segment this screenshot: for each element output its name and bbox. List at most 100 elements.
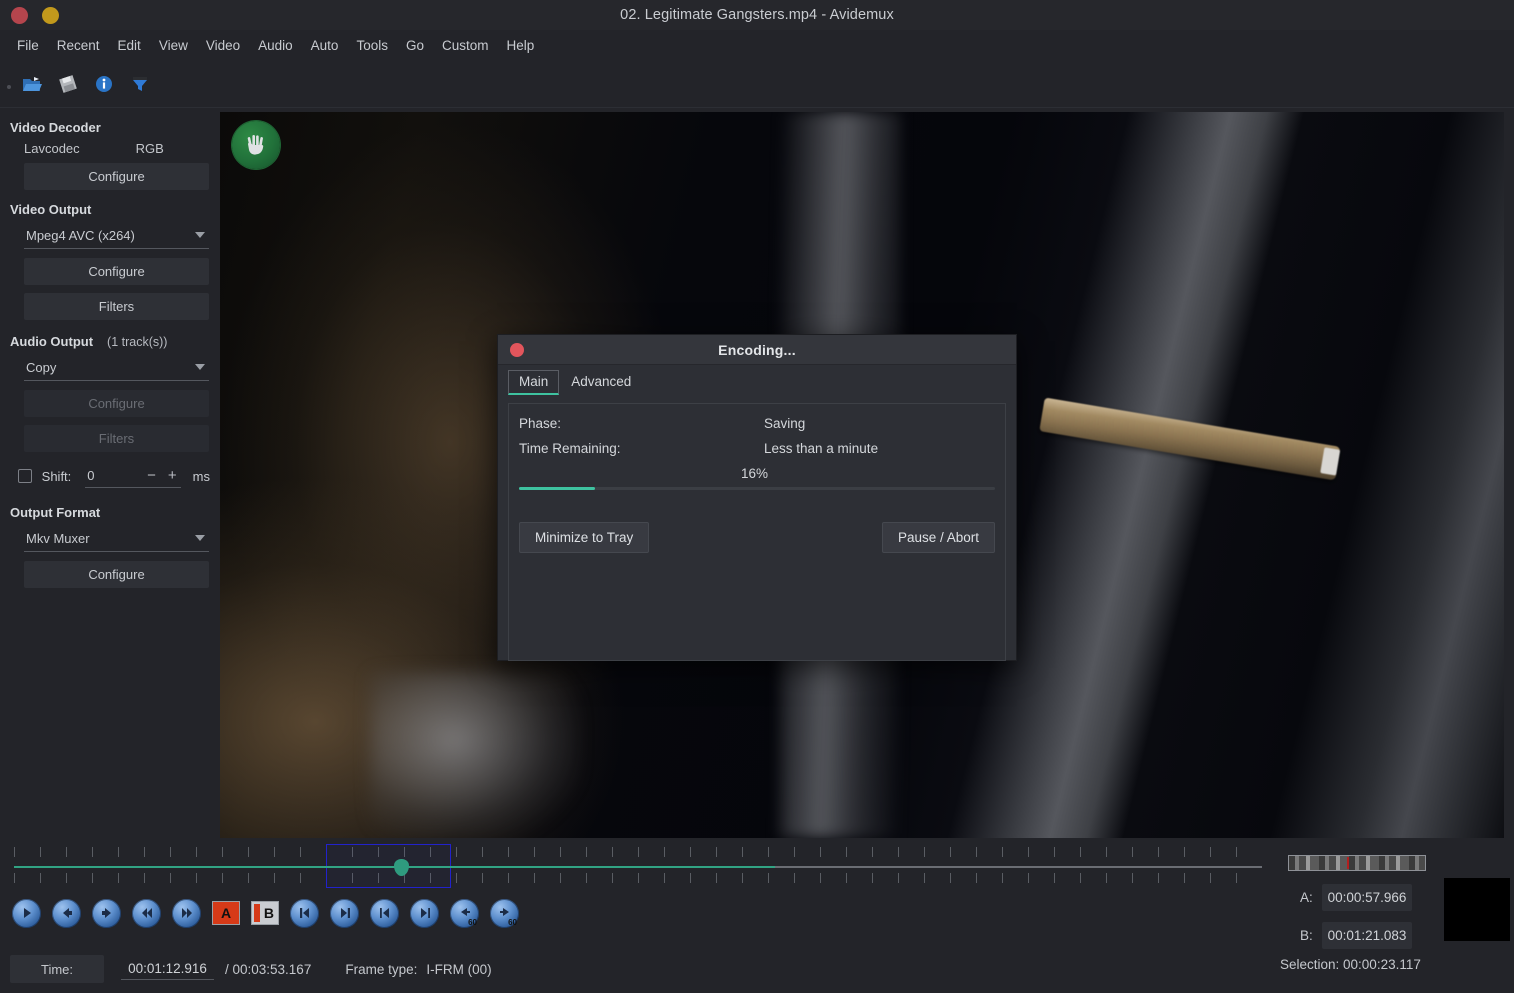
audio-track-count: (1 track(s)) bbox=[107, 335, 168, 349]
minimize-window-button[interactable] bbox=[42, 6, 59, 24]
audio-output-codec-select[interactable]: Copy bbox=[24, 355, 209, 381]
audio-output-filters-button[interactable]: Filters bbox=[24, 425, 209, 452]
marker-b-bar-icon bbox=[254, 904, 260, 922]
audio-shift-value: 0 bbox=[87, 468, 95, 483]
playback-controls: A B 60 60 bbox=[0, 893, 1270, 933]
phase-row: Phase: Saving bbox=[519, 416, 995, 431]
double-arrow-left-icon bbox=[141, 908, 152, 918]
menu-file[interactable]: File bbox=[8, 35, 48, 56]
play-button[interactable] bbox=[12, 898, 41, 928]
menu-help[interactable]: Help bbox=[498, 35, 544, 56]
next-blackframe-button[interactable] bbox=[410, 898, 439, 928]
marker-a-button[interactable]: A bbox=[212, 901, 240, 925]
play-icon bbox=[23, 908, 31, 918]
next-keyframe-button[interactable] bbox=[330, 898, 359, 928]
video-decoder-configure-button[interactable]: Configure bbox=[24, 163, 209, 190]
frame-type-value: I-FRM (00) bbox=[426, 961, 492, 977]
total-time-value: / 00:03:53.167 bbox=[225, 961, 312, 977]
output-format-select[interactable]: Mkv Muxer bbox=[24, 526, 209, 552]
avidemux-window: 02. Legitimate Gangsters.mp4 - Avidemux … bbox=[0, 0, 1514, 993]
time-remaining-row: Time Remaining: Less than a minute bbox=[519, 441, 995, 456]
audio-shift-stepper[interactable]: 0 − + bbox=[85, 464, 181, 488]
marker-b-value[interactable]: 00:01:21.083 bbox=[1322, 922, 1412, 949]
time-remaining-label: Time Remaining: bbox=[519, 441, 621, 456]
time-remaining-value: Less than a minute bbox=[764, 441, 879, 456]
video-output-filters-button[interactable]: Filters bbox=[24, 293, 209, 320]
previous-keyframe-button[interactable] bbox=[290, 898, 319, 928]
menu-auto[interactable]: Auto bbox=[302, 35, 348, 56]
arrow-right-icon bbox=[101, 908, 111, 918]
dialog-tabs: Main Advanced bbox=[498, 365, 1016, 395]
menu-audio[interactable]: Audio bbox=[249, 35, 302, 56]
back-60s-label: 60 bbox=[468, 917, 477, 927]
audio-output-codec-value: Copy bbox=[26, 360, 57, 375]
dialog-close-button[interactable] bbox=[510, 342, 524, 357]
video-output-title: Video Output bbox=[10, 202, 92, 217]
encoding-dialog: Encoding... Main Advanced Phase: Saving … bbox=[497, 334, 1017, 661]
timeline-track[interactable] bbox=[14, 866, 1262, 868]
menu-view[interactable]: View bbox=[150, 35, 197, 56]
timeline-seekbar[interactable] bbox=[0, 843, 1270, 891]
dialog-content-panel: Phase: Saving Time Remaining: Less than … bbox=[508, 403, 1006, 661]
toolbar-drag-handle[interactable] bbox=[4, 84, 14, 89]
previous-blackframe-button[interactable] bbox=[370, 898, 399, 928]
pause-abort-button[interactable]: Pause / Abort bbox=[881, 522, 995, 553]
marker-a-value[interactable]: 00:00:57.966 bbox=[1322, 884, 1412, 911]
current-time-input[interactable]: 00:01:12.916 bbox=[121, 959, 214, 980]
phase-label: Phase: bbox=[519, 416, 562, 431]
navigation-strip[interactable] bbox=[1288, 855, 1426, 871]
video-output-codec-value: Mpeg4 AVC (x264) bbox=[26, 228, 135, 243]
close-window-button[interactable] bbox=[11, 6, 28, 24]
output-format-configure-button[interactable]: Configure bbox=[24, 561, 209, 588]
open-file-button[interactable] bbox=[14, 71, 50, 103]
menu-go[interactable]: Go bbox=[397, 35, 433, 56]
menu-video[interactable]: Video bbox=[197, 35, 249, 56]
encoding-progress-bar bbox=[519, 487, 995, 490]
frame-type-label: Frame type: bbox=[345, 961, 418, 977]
next-frame-button[interactable] bbox=[92, 898, 121, 928]
audio-shift-label: Shift: bbox=[41, 468, 72, 484]
info-button[interactable] bbox=[86, 71, 122, 103]
time-label-button[interactable]: Time: bbox=[10, 955, 104, 983]
rewind-button[interactable] bbox=[132, 898, 161, 928]
settings-sidebar: Video Decoder Lavcodec RGB Configure Vid… bbox=[0, 108, 220, 838]
audio-output-configure-button[interactable]: Configure bbox=[24, 390, 209, 417]
previous-frame-button[interactable] bbox=[52, 898, 81, 928]
menu-recent[interactable]: Recent bbox=[48, 35, 109, 56]
menu-tools[interactable]: Tools bbox=[347, 35, 397, 56]
next-keyframe-icon bbox=[340, 908, 350, 918]
filters-button[interactable] bbox=[122, 71, 158, 103]
video-decoder-title: Video Decoder bbox=[10, 120, 101, 135]
menu-edit[interactable]: Edit bbox=[109, 35, 150, 56]
selection-duration-text: Selection: 00:00:23.117 bbox=[1280, 957, 1421, 972]
audio-shift-increment-button[interactable]: + bbox=[168, 468, 177, 483]
video-output-codec-select[interactable]: Mpeg4 AVC (x264) bbox=[24, 223, 209, 249]
audio-shift-row: Shift: 0 − + ms bbox=[10, 464, 210, 488]
dialog-title-bar: Encoding... bbox=[498, 335, 1016, 365]
video-highlight-lower bbox=[370, 672, 580, 838]
info-icon bbox=[94, 74, 114, 99]
back-60s-button[interactable]: 60 bbox=[450, 898, 479, 928]
forward-button[interactable] bbox=[172, 898, 201, 928]
dialog-title: Encoding... bbox=[718, 341, 796, 358]
audio-shift-unit: ms bbox=[192, 468, 210, 484]
video-decoder-info: Lavcodec RGB bbox=[10, 141, 210, 156]
audio-shift-checkbox[interactable] bbox=[18, 469, 32, 483]
open-file-icon bbox=[21, 74, 43, 99]
marker-b-button[interactable]: B bbox=[251, 901, 279, 925]
tab-main[interactable]: Main bbox=[508, 370, 560, 395]
output-format-value: Mkv Muxer bbox=[26, 531, 90, 546]
preview-thumbnail bbox=[1444, 878, 1510, 941]
status-bar: Time: 00:01:12.916 / 00:03:53.167 Frame … bbox=[0, 945, 1270, 993]
video-output-configure-button[interactable]: Configure bbox=[24, 258, 209, 285]
save-file-button[interactable] bbox=[50, 71, 86, 103]
forward-60s-button[interactable]: 60 bbox=[490, 898, 519, 928]
decoder-colorspace-value: RGB bbox=[135, 141, 164, 156]
audio-shift-decrement-button[interactable]: − bbox=[147, 468, 156, 483]
timeline-ticks-top bbox=[14, 847, 1262, 857]
marker-a-row: A: 00:00:57.966 bbox=[1300, 884, 1412, 911]
minimize-to-tray-button[interactable]: Minimize to Tray bbox=[519, 522, 650, 553]
menu-custom[interactable]: Custom bbox=[433, 35, 498, 56]
double-arrow-right-icon bbox=[181, 908, 192, 918]
tab-advanced[interactable]: Advanced bbox=[559, 371, 641, 395]
